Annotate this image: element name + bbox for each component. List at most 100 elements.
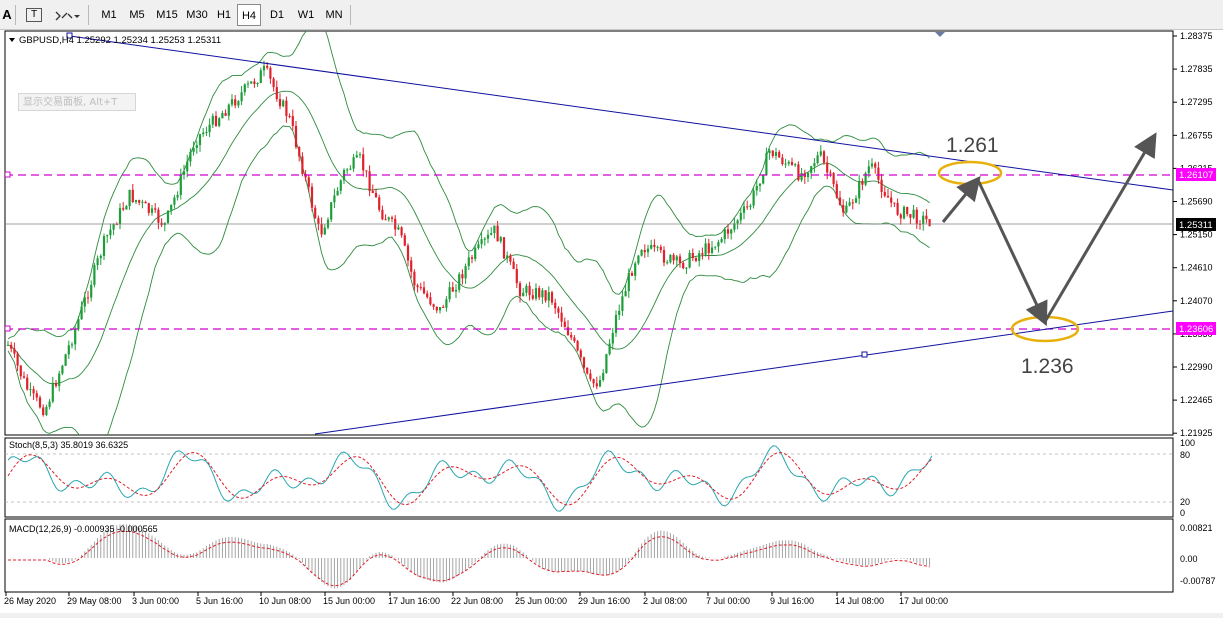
- candle-body: [832, 173, 835, 185]
- time-tick-label: 14 Jul 08:00: [835, 596, 884, 606]
- candle-body: [32, 389, 35, 394]
- candle-body: [893, 202, 896, 204]
- candle-body: [650, 244, 653, 249]
- timeframe-m1[interactable]: M1: [96, 4, 122, 26]
- candle-body: [538, 288, 541, 298]
- timeframe-w1[interactable]: W1: [293, 4, 319, 26]
- candle-body: [426, 293, 429, 298]
- candle-body: [208, 124, 211, 133]
- candle-body: [470, 257, 474, 259]
- candle-body: [122, 208, 125, 210]
- candle-body: [224, 112, 227, 116]
- candle-body: [480, 239, 483, 245]
- candle-body: [630, 272, 634, 276]
- time-tick-label: 26 May 2020: [4, 596, 56, 606]
- candle-body: [506, 255, 509, 259]
- text-tool-button[interactable]: T: [26, 8, 42, 22]
- timeframe-m5[interactable]: M5: [124, 4, 150, 26]
- candle-body: [349, 168, 352, 170]
- text-label-tool-button[interactable]: A: [0, 4, 14, 26]
- candle-body: [378, 197, 381, 210]
- candle-body: [810, 166, 813, 173]
- candle-body: [848, 202, 851, 206]
- candle-body: [659, 246, 662, 251]
- candle-body: [886, 195, 890, 198]
- candle-body: [758, 183, 762, 186]
- candle-body: [883, 191, 886, 196]
- candle-body: [346, 169, 349, 171]
- candle-body: [198, 134, 202, 146]
- time-axis: 26 May 2020 29 May 08:00 3 Jun 00:00 5 Jun …: [4, 592, 948, 606]
- candle-body: [752, 190, 755, 206]
- candle-body: [624, 291, 627, 297]
- candle-body: [320, 223, 323, 235]
- candle-body: [496, 225, 499, 242]
- chart-header: GBPUSD,H4 1.25292 1.25234 1.25253 1.2531…: [19, 35, 221, 46]
- candle-body: [445, 299, 448, 308]
- time-tick-label: 9 Jul 16:00: [770, 596, 814, 606]
- candle-body: [653, 244, 656, 248]
- timeframe-h4[interactable]: H4: [237, 4, 261, 26]
- annotation-lower-label: 1.236: [1021, 355, 1074, 378]
- candle-body: [90, 284, 93, 298]
- candle-body: [554, 302, 557, 309]
- chart-window[interactable]: 1.283751.278351.272951.267551.262151.256…: [0, 30, 1223, 613]
- shapes-tool-button[interactable]: [52, 4, 82, 26]
- timeframe-h1[interactable]: H1: [212, 4, 236, 26]
- candle-body: [102, 236, 106, 256]
- candle-body: [362, 154, 365, 171]
- candle-body: [746, 206, 749, 208]
- candle-body: [701, 253, 704, 255]
- trade-panel-hint[interactable]: 显示交易面板, Alt+T: [18, 93, 136, 111]
- candle-body: [189, 151, 192, 162]
- candle-body: [765, 153, 768, 176]
- timeframe-mn[interactable]: MN: [321, 4, 347, 26]
- candle-body: [298, 147, 301, 157]
- candle-body: [483, 238, 486, 240]
- candle-body: [464, 266, 467, 279]
- candle-body: [435, 306, 438, 311]
- candle-body: [227, 104, 230, 116]
- candle-body: [186, 161, 189, 172]
- candle-body: [842, 205, 845, 213]
- candle-body: [512, 261, 515, 269]
- candle-body: [454, 289, 458, 292]
- candle-body: [278, 99, 282, 107]
- candle-body: [838, 197, 842, 206]
- level-handle[interactable]: [5, 325, 11, 332]
- candle-body: [870, 163, 874, 167]
- candle-body: [560, 312, 563, 322]
- candle-body: [61, 365, 64, 374]
- candle-body: [637, 255, 640, 264]
- candle-body: [739, 212, 742, 221]
- candle-body: [742, 206, 746, 213]
- candle-body: [218, 118, 221, 126]
- trendline-handle[interactable]: [861, 351, 868, 358]
- stoch-pane: [4, 437, 1174, 518]
- timeframe-m15[interactable]: M15: [152, 4, 182, 26]
- price-chart-svg[interactable]: 1.283751.278351.272951.267551.262151.256…: [0, 30, 1223, 613]
- candle-body: [307, 177, 310, 187]
- candle-body: [80, 306, 83, 320]
- time-tick-label: 29 Jun 16:00: [578, 596, 630, 606]
- candle-body: [762, 175, 765, 184]
- candle-body: [352, 157, 355, 169]
- candle-body: [678, 256, 682, 263]
- candle-body: [131, 189, 134, 203]
- level-handle[interactable]: [5, 171, 11, 178]
- candle-body: [16, 353, 19, 366]
- candle-body: [736, 220, 739, 224]
- candle-body: [410, 260, 413, 272]
- candle-body: [858, 181, 861, 199]
- candle-body: [922, 215, 925, 224]
- candle-body: [896, 202, 899, 215]
- candle-body: [442, 306, 445, 308]
- candle-body: [550, 292, 554, 303]
- candle-body: [83, 297, 86, 307]
- candle-body: [493, 225, 496, 234]
- timeframe-d1[interactable]: D1: [265, 4, 289, 26]
- candle-body: [422, 287, 426, 294]
- candle-body: [602, 372, 605, 381]
- timeframe-m30[interactable]: M30: [182, 4, 212, 26]
- candle-body: [557, 308, 560, 313]
